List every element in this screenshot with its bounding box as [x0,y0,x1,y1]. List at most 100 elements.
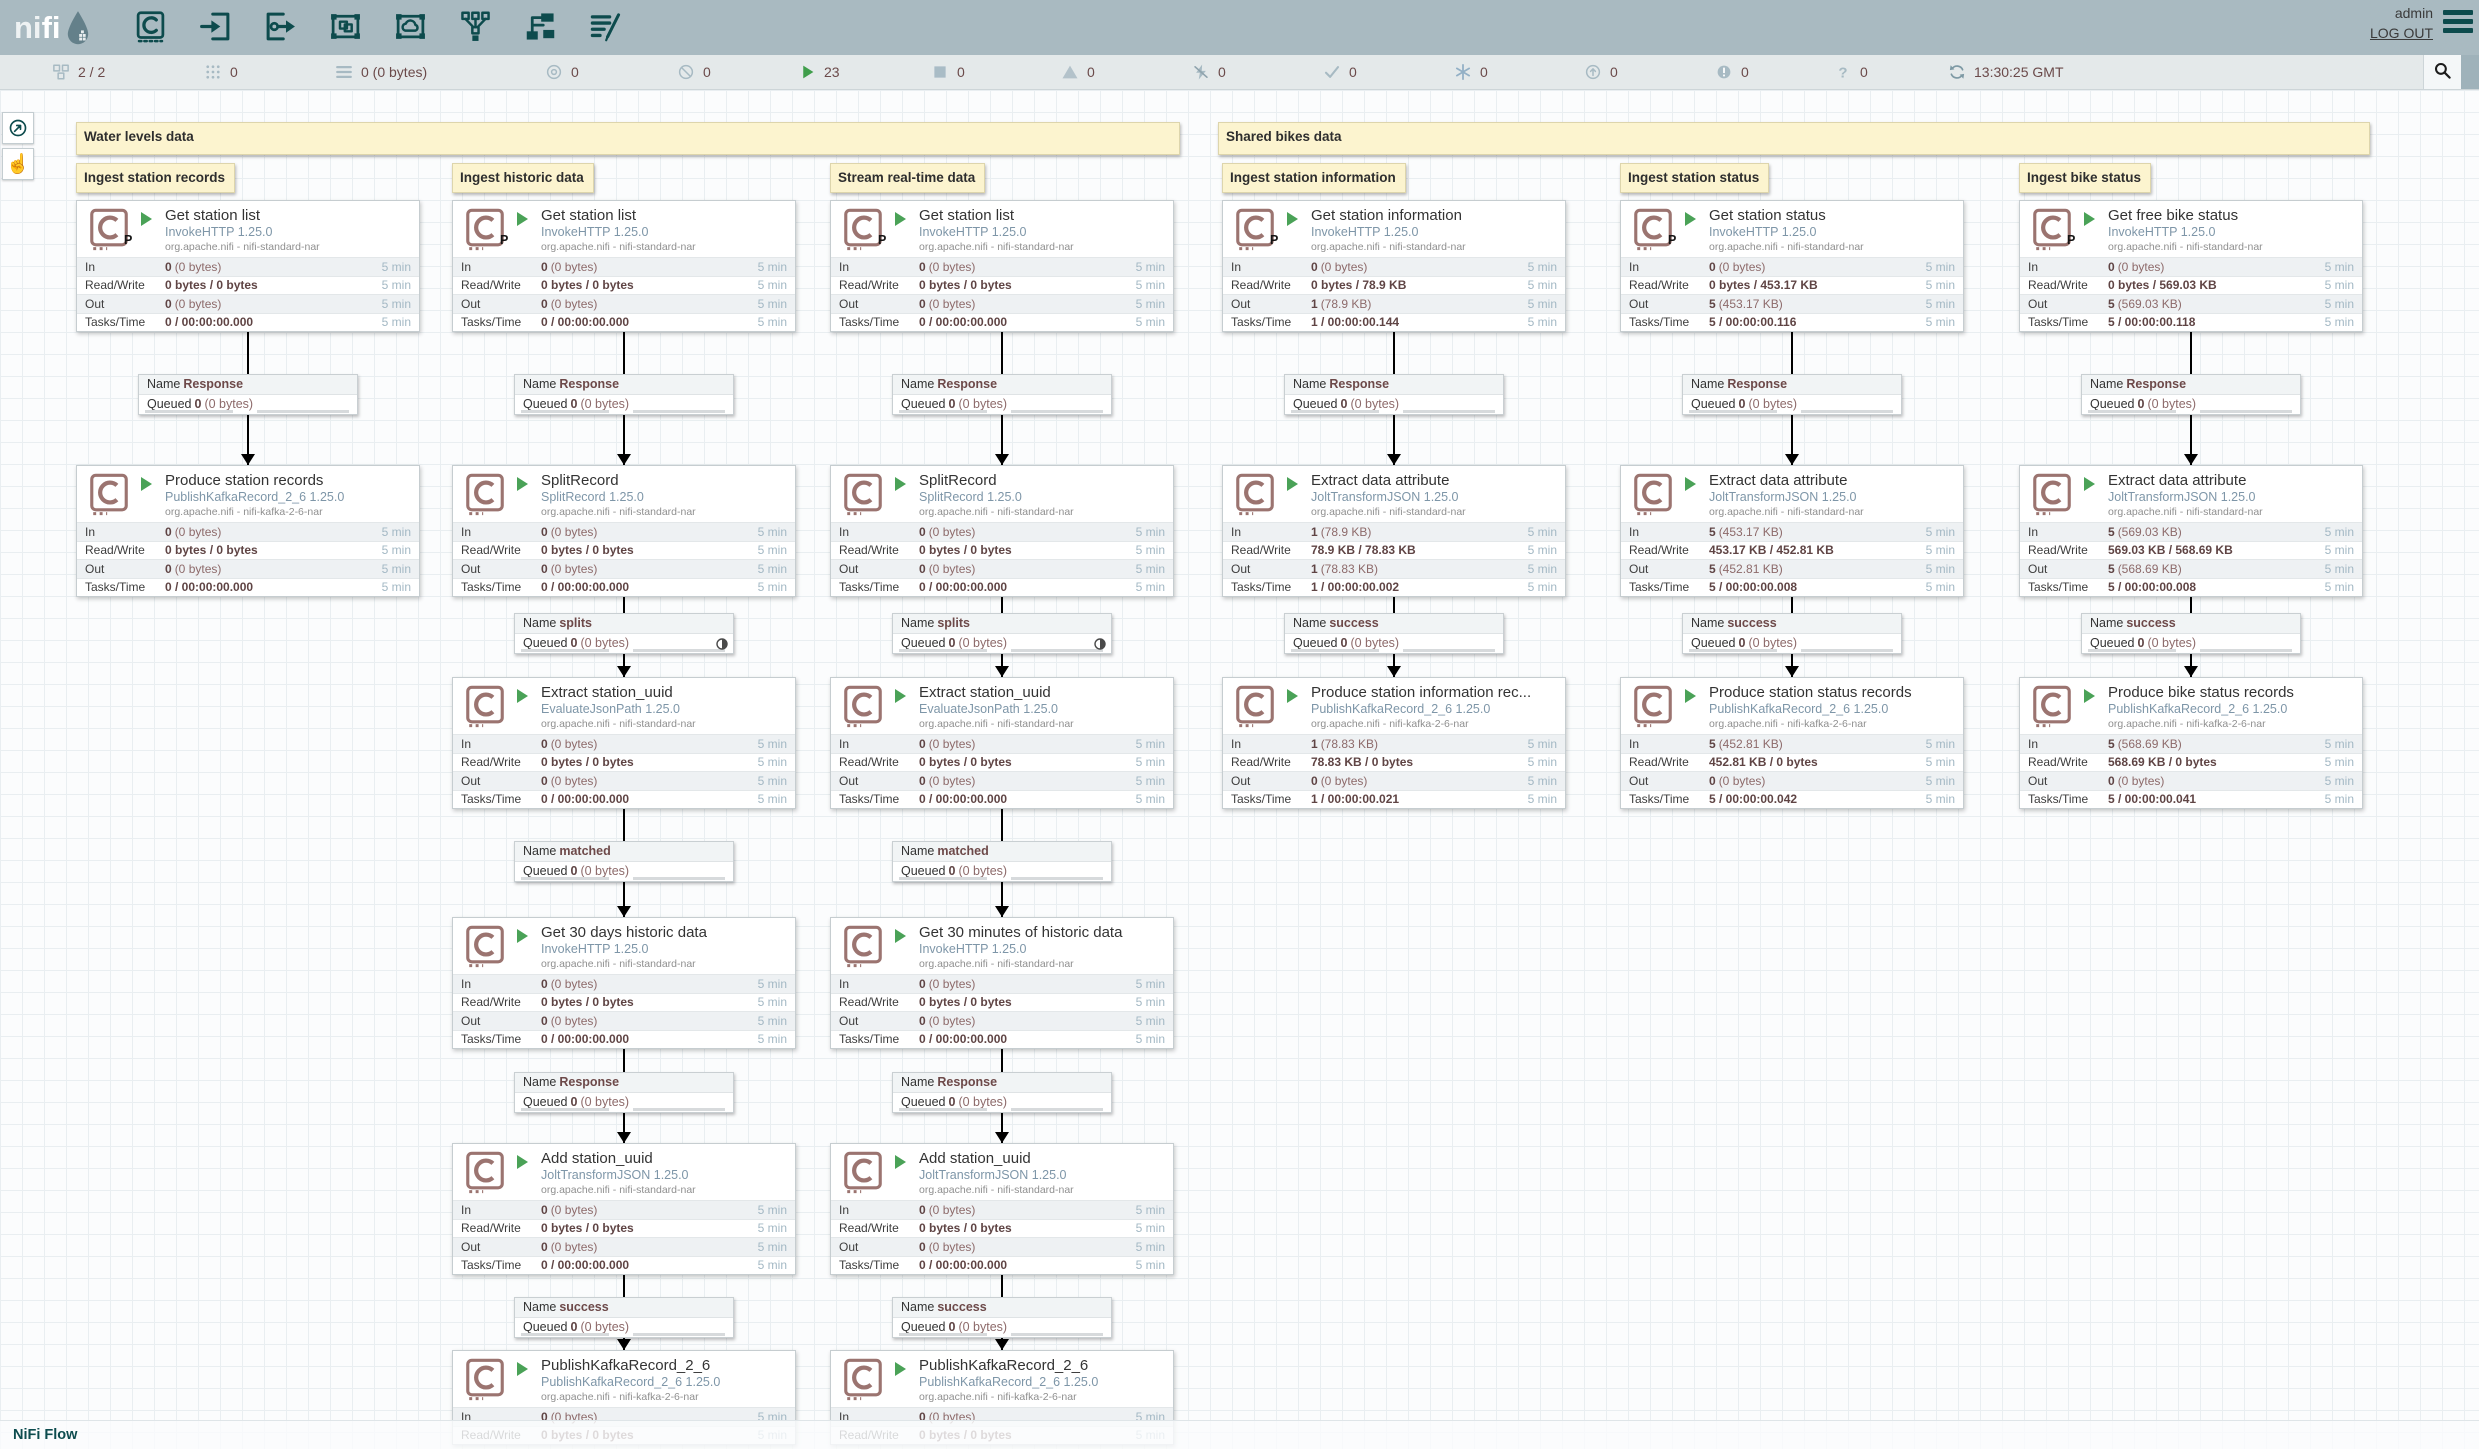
toolbar-input-port-button[interactable] [197,10,233,46]
processor[interactable]: PGet station informationInvokeHTTP 1.25.… [1222,200,1566,332]
processor-header: Produce station recordsPublishKafkaRecor… [77,466,419,522]
connection-label[interactable]: NameResponseQueued0(0 bytes) [892,374,1112,415]
connection-label[interactable]: NamesuccessQueued0(0 bytes) [1284,613,1504,654]
toolbar-remote-process-group-button[interactable] [392,10,428,46]
stat-value: 1 / 00:00:00.002 [1311,580,1528,594]
stat-window: 5 min [758,278,787,292]
queued-prefix: Queued [523,397,567,411]
breadcrumb[interactable]: NiFi Flow [13,1427,77,1443]
stat-value: 0 / 00:00:00.000 [541,315,758,329]
stat-row-tasks-time: Tasks/Time1 / 00:00:00.0215 min [1223,790,1565,809]
processor[interactable]: Produce station status recordsPublishKaf… [1620,677,1964,809]
app-header: nifi admin LOG OUT [0,0,2479,55]
processor-header: Extract data attributeJoltTransformJSON … [2020,466,2362,522]
toolbar-output-port-button[interactable] [262,10,298,46]
status-threads: 0 [204,55,238,89]
stat-window: 5 min [1136,774,1165,788]
running-status-icon [2084,477,2095,491]
processor[interactable]: Extract station_uuidEvaluateJsonPath 1.2… [830,677,1174,809]
logout-link[interactable]: LOG OUT [2370,25,2433,41]
stat-value-detail: (0 bytes) [929,774,976,788]
component-toolbar [132,0,623,55]
connection-label[interactable]: NamesplitsQueued0(0 bytes) [892,613,1112,654]
processor[interactable]: Extract station_uuidEvaluateJsonPath 1.2… [452,677,796,809]
flow-column-label[interactable]: Ingest station status [1620,163,1769,193]
processor[interactable]: Produce station information rec...Publis… [1222,677,1566,809]
toolbar-funnel-button[interactable] [457,10,493,46]
flow-column-label[interactable]: Ingest station records [76,163,235,193]
connection-label[interactable]: NameResponseQueued0(0 bytes) [514,374,734,415]
connection-name-row: Namematched [893,842,1111,862]
connection-arrowhead-icon [1387,454,1401,465]
processor[interactable]: Get 30 minutes of historic dataInvokeHTT… [830,917,1174,1049]
processor[interactable]: SplitRecordSplitRecord 1.25.0org.apache.… [452,465,796,597]
stat-value-bold: 0 [919,1203,926,1217]
processor[interactable]: SplitRecordSplitRecord 1.25.0org.apache.… [830,465,1174,597]
global-menu-icon[interactable] [2443,10,2473,38]
navigate-palette-button[interactable] [2,112,34,144]
stat-value: 568.69 KB / 0 bytes [2108,755,2325,769]
stat-window: 5 min [1136,1203,1165,1217]
processor-type: PublishKafkaRecord_2_6 1.25.0 [2108,702,2287,716]
stat-value-bold: 0 / 00:00:00.000 [165,315,253,329]
processor[interactable]: Produce station recordsPublishKafkaRecor… [76,465,420,597]
flow-column-label[interactable]: Stream real-time data [830,163,985,193]
stat-value-bold: 453.17 KB / 452.81 KB [1709,543,1834,557]
connection-label[interactable]: NamematchedQueued0(0 bytes) [514,841,734,882]
connection-label[interactable]: NameResponseQueued0(0 bytes) [892,1072,1112,1113]
connection-label[interactable]: NameResponseQueued0(0 bytes) [138,374,358,415]
connection-label[interactable]: NamesuccessQueued0(0 bytes) [1682,613,1902,654]
processor-bundle: org.apache.nifi - nifi-kafka-2-6-nar [1311,718,1469,730]
connection-arrowhead-icon [241,454,255,465]
running-status-icon [895,929,906,943]
stat-value: 0 / 00:00:00.000 [919,1258,1136,1272]
processor[interactable]: Add station_uuidJoltTransformJSON 1.25.0… [830,1143,1174,1275]
flow-group-label[interactable]: Water levels data [76,122,1180,155]
connection-label[interactable]: NamesuccessQueued0(0 bytes) [514,1297,734,1338]
connection-label[interactable]: NameResponseQueued0(0 bytes) [1682,374,1902,415]
processor[interactable]: PGet station listInvokeHTTP 1.25.0org.ap… [452,200,796,332]
running-status-icon [2084,212,2095,226]
processor[interactable]: PGet free bike statusInvokeHTTP 1.25.0or… [2019,200,2363,332]
flow-group-label[interactable]: Shared bikes data [1218,122,2370,155]
processor[interactable]: Extract data attributeJoltTransformJSON … [1222,465,1566,597]
processor[interactable]: PGet station listInvokeHTTP 1.25.0org.ap… [76,200,420,332]
stat-window: 5 min [382,543,411,557]
queue-size-indicator [1801,649,1893,652]
search-button[interactable] [2423,55,2461,89]
processor[interactable]: Produce bike status recordsPublishKafkaR… [2019,677,2363,809]
connection-label[interactable]: NamesuccessQueued0(0 bytes) [892,1297,1112,1338]
processor[interactable]: Get 30 days historic dataInvokeHTTP 1.25… [452,917,796,1049]
flow-column-label[interactable]: Ingest bike status [2019,163,2151,193]
stat-row-read-write: Read/Write0 bytes / 0 bytes5 min [831,276,1173,295]
processor[interactable]: Extract data attributeJoltTransformJSON … [2019,465,2363,597]
processor-header: Get 30 minutes of historic dataInvokeHTT… [831,918,1173,974]
flow-column-label[interactable]: Ingest historic data [452,163,594,193]
stat-value: 1(78.9 KB) [1311,525,1528,539]
stat-value: 0 / 00:00:00.000 [541,792,758,806]
connection-name-row: Namesplits [515,614,733,634]
toolbar-template-button[interactable] [522,10,558,46]
processor[interactable]: PGet station listInvokeHTTP 1.25.0org.ap… [830,200,1174,332]
processor[interactable]: PGet station statusInvokeHTTP 1.25.0org.… [1620,200,1964,332]
stat-window: 5 min [1136,995,1165,1009]
connection-label[interactable]: NamematchedQueued0(0 bytes) [892,841,1112,882]
flow-column-label[interactable]: Ingest station information [1222,163,1406,193]
connection-label[interactable]: NamesplitsQueued0(0 bytes) [514,613,734,654]
flow-canvas[interactable]: NameResponseQueued0(0 bytes) NameResponse… [0,90,2479,1449]
connection-label[interactable]: NameResponseQueued0(0 bytes) [514,1072,734,1113]
toolbar-processor-button[interactable] [132,10,168,46]
connection-label[interactable]: NamesuccessQueued0(0 bytes) [2081,613,2301,654]
stat-row-read-write: Read/Write0 bytes / 0 bytes5 min [831,753,1173,772]
status-refresh: 13:30:25 GMT [1948,55,2064,89]
processor[interactable]: Extract data attributeJoltTransformJSON … [1620,465,1964,597]
connection-label[interactable]: NameResponseQueued0(0 bytes) [2081,374,2301,415]
toolbar-label-button[interactable] [587,10,623,46]
stat-value-bold: 1 / 00:00:00.002 [1311,580,1399,594]
operate-palette-button[interactable]: ☝ [2,148,34,180]
stat-value: 78.83 KB / 0 bytes [1311,755,1528,769]
connection-label[interactable]: NameResponseQueued0(0 bytes) [1284,374,1504,415]
toolbar-process-group-button[interactable] [327,10,363,46]
processor[interactable]: Add station_uuidJoltTransformJSON 1.25.0… [452,1143,796,1275]
processor-stats: In5(453.17 KB)5 minRead/Write453.17 KB /… [1621,522,1963,596]
